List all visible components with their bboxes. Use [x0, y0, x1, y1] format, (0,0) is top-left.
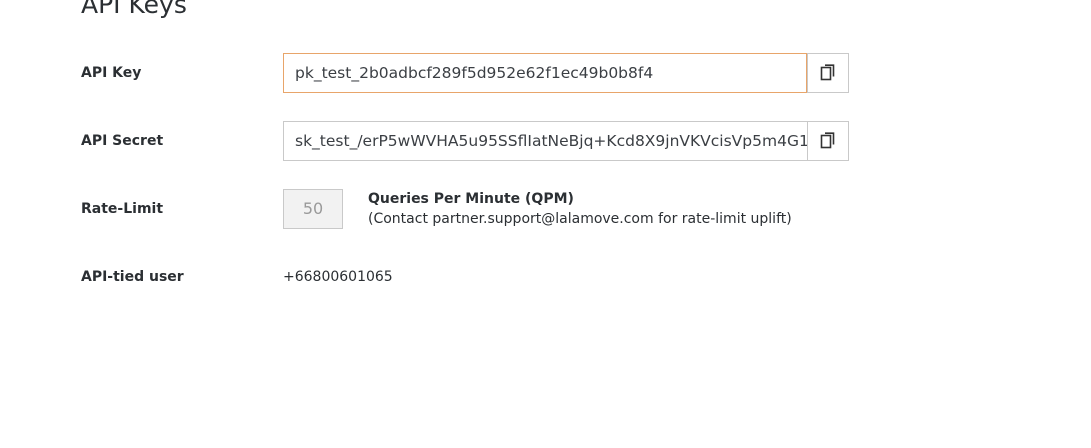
api-key-field[interactable]: pk_test_2b0adbcf289f5d952e62f1ec49b0b8f4	[283, 53, 807, 93]
rate-limit-value: 50	[283, 189, 343, 229]
rate-limit-note: (Contact partner.support@lalamove.com fo…	[368, 211, 792, 227]
api-key-row: API Key pk_test_2b0adbcf289f5d952e62f1ec…	[81, 53, 881, 93]
api-secret-row: API Secret sk_test_/erP5wWVHA5u95SSflIat…	[81, 121, 881, 161]
copy-icon	[820, 132, 836, 150]
copy-api-key-button[interactable]	[807, 53, 849, 93]
api-key-label: API Key	[81, 65, 142, 81]
api-key-field-group: pk_test_2b0adbcf289f5d952e62f1ec49b0b8f4	[283, 53, 849, 93]
rate-limit-row: Rate-Limit 50 Queries Per Minute (QPM) (…	[81, 189, 881, 229]
api-secret-field[interactable]: sk_test_/erP5wWVHA5u95SSflIatNeBjq+Kcd8X…	[283, 121, 807, 161]
rate-limit-info: Queries Per Minute (QPM) (Contact partne…	[368, 189, 848, 229]
api-user-label: API-tied user	[81, 269, 184, 285]
page-title: API Keys	[81, 0, 187, 19]
copy-icon	[820, 64, 836, 82]
api-secret-field-group: sk_test_/erP5wWVHA5u95SSflIatNeBjq+Kcd8X…	[283, 121, 849, 161]
copy-api-secret-button[interactable]	[807, 121, 849, 161]
api-user-row: API-tied user +66800601065	[81, 257, 881, 297]
api-secret-label: API Secret	[81, 133, 164, 149]
rate-limit-label: Rate-Limit	[81, 201, 164, 217]
rate-limit-unit: Queries Per Minute (QPM)	[368, 191, 574, 207]
api-user-value: +66800601065	[283, 269, 393, 285]
